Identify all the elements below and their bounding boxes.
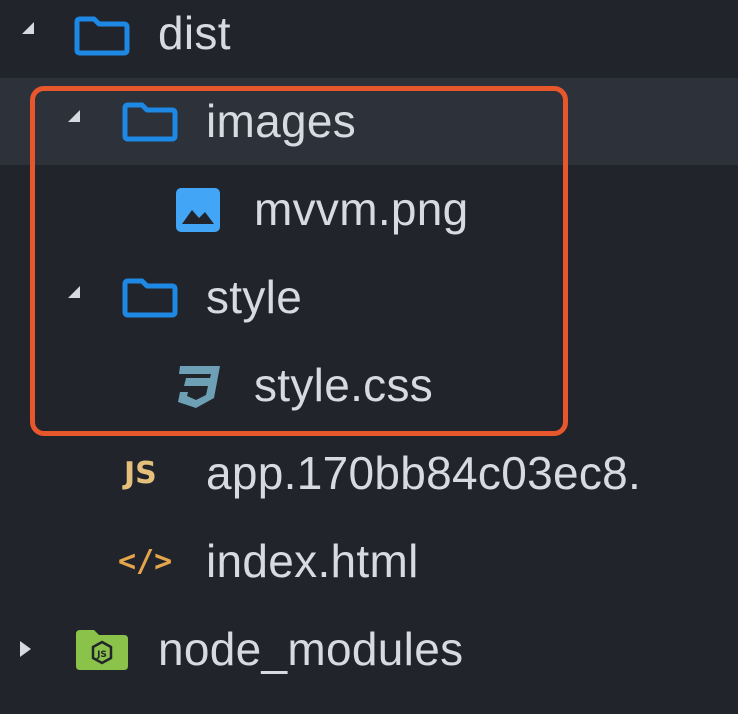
tree-item-node-modules[interactable]: JS node_modules bbox=[0, 606, 738, 693]
tree-item-index-html[interactable]: </> index.html bbox=[0, 518, 738, 605]
tree-item-label: app.170bb84c03ec8. bbox=[206, 447, 642, 499]
js-file-icon: JS bbox=[124, 456, 157, 491]
expanded-arrow-icon[interactable] bbox=[22, 22, 34, 34]
tree-item-images[interactable]: images bbox=[0, 78, 738, 165]
svg-text:JS: JS bbox=[96, 650, 107, 660]
image-file-icon bbox=[176, 188, 220, 232]
collapsed-arrow-icon[interactable] bbox=[20, 641, 31, 657]
css-file-icon bbox=[178, 366, 220, 408]
expanded-arrow-icon[interactable] bbox=[68, 110, 80, 122]
folder-icon bbox=[122, 102, 178, 142]
tree-item-label: style bbox=[206, 271, 303, 323]
tree-item-label: style.css bbox=[254, 359, 434, 411]
tree-item-label: mvvm.png bbox=[254, 183, 469, 235]
tree-item-mvvm-png[interactable]: mvvm.png bbox=[0, 166, 738, 253]
node-folder-icon: JS bbox=[76, 630, 128, 670]
expanded-arrow-icon[interactable] bbox=[68, 286, 80, 298]
tree-item-label: node_modules bbox=[158, 623, 464, 675]
folder-icon bbox=[74, 16, 130, 56]
folder-icon bbox=[122, 278, 178, 318]
tree-item-style[interactable]: style bbox=[0, 254, 738, 341]
tree-item-label: images bbox=[206, 95, 357, 147]
tree-item-style-css[interactable]: style.css bbox=[0, 342, 738, 429]
tree-item-app-js[interactable]: JS app.170bb84c03ec8. bbox=[0, 430, 738, 517]
tree-item-dist[interactable]: dist bbox=[0, 0, 738, 77]
tree-item-label: index.html bbox=[206, 535, 419, 587]
tree-item-label: dist bbox=[158, 7, 231, 59]
file-tree: dist images mvvm.png style style.css JS … bbox=[0, 0, 738, 714]
html-file-icon: </> bbox=[118, 544, 173, 579]
